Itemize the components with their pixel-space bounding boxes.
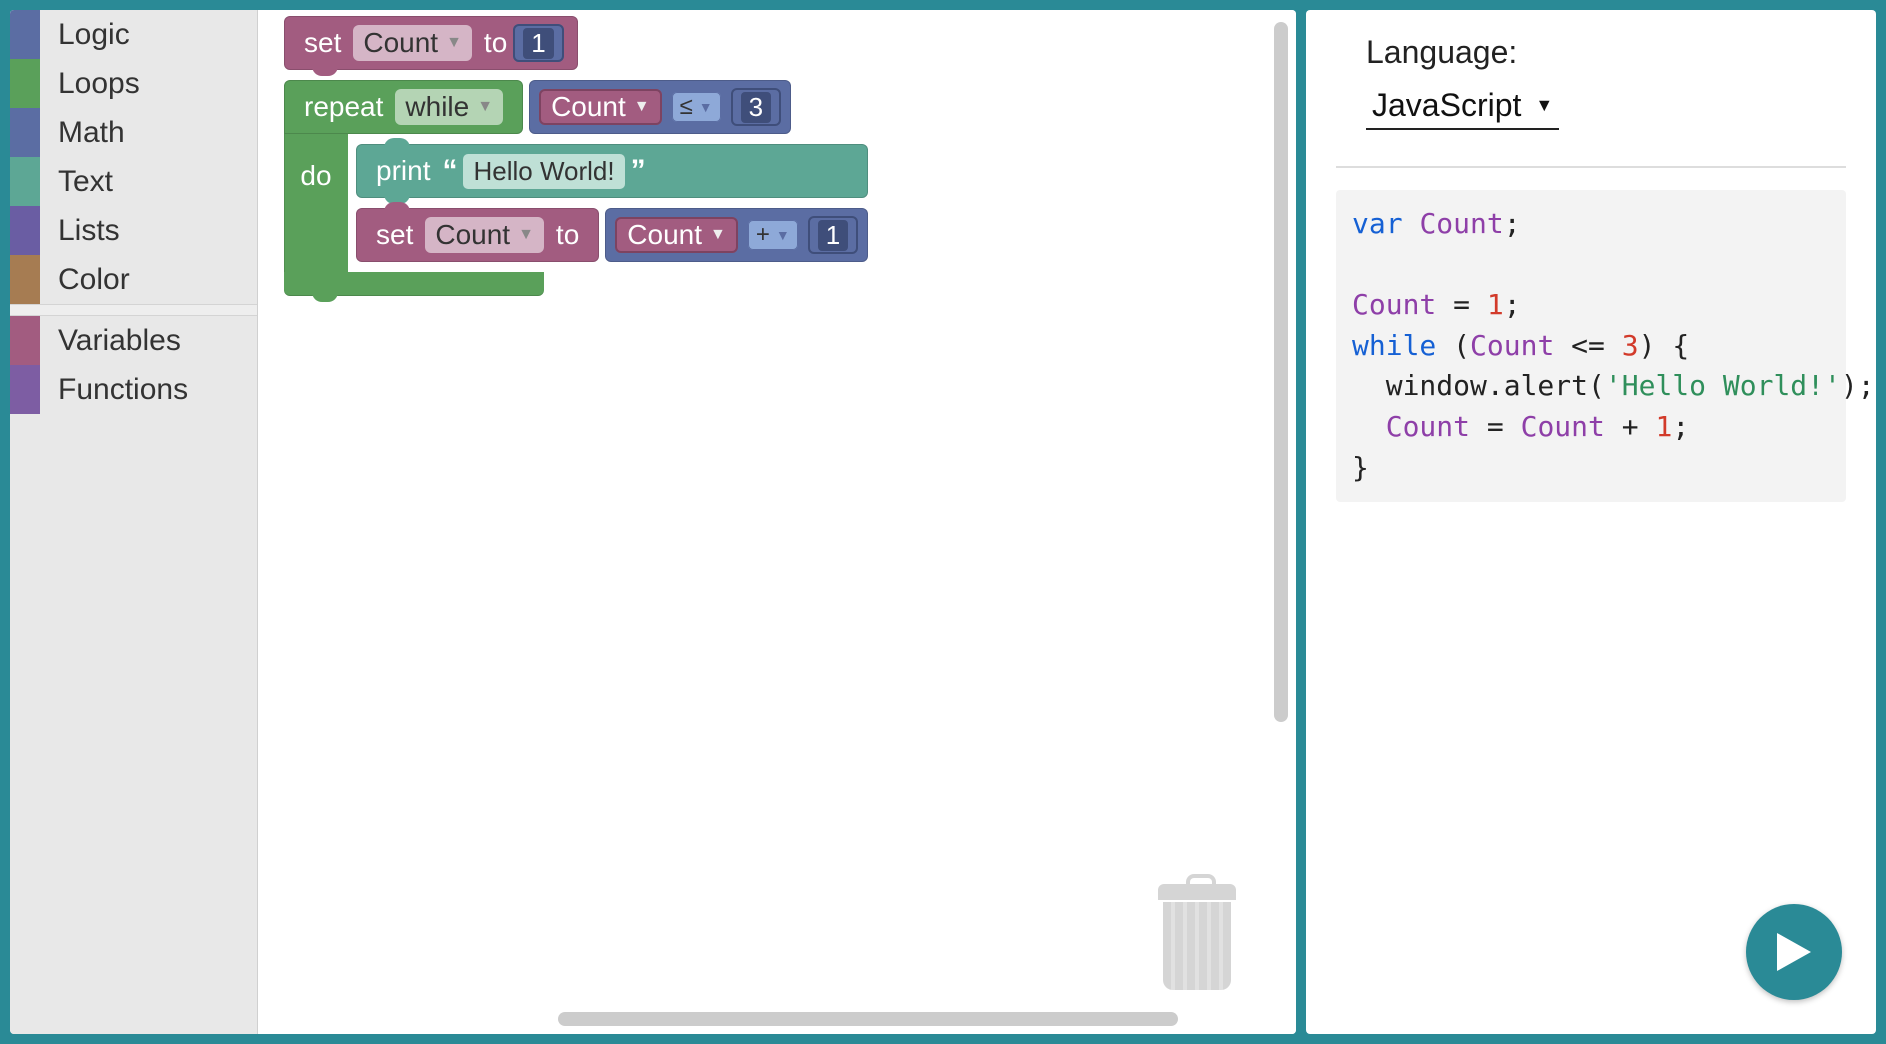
play-icon [1777, 933, 1811, 971]
block-keyword-to: to [484, 27, 507, 59]
math-expression[interactable]: Count▼ +▼ 1 [605, 208, 868, 262]
block-stack[interactable]: set Count ▼ to 1 repeat [284, 16, 868, 296]
string-input[interactable]: Hello World! [463, 154, 624, 189]
sidebar-item-label: Variables [40, 324, 181, 358]
chevron-down-icon: ▼ [699, 99, 713, 115]
sidebar-item-label: Lists [40, 214, 120, 248]
sidebar-item-text[interactable]: Text [10, 157, 257, 206]
block-repeat-while[interactable]: repeat while ▼ Count ▼ ≤▼ [284, 80, 868, 296]
repeat-mode-dropdown[interactable]: while ▼ [395, 89, 503, 125]
language-label: Language: [1336, 34, 1846, 71]
block-set-variable[interactable]: set Count ▼ to 1 [284, 16, 578, 70]
repeat-footer [284, 272, 544, 296]
sidebar-item-functions[interactable]: Functions [10, 365, 257, 414]
sidebar-item-logic[interactable]: Logic [10, 10, 257, 59]
horizontal-scrollbar[interactable] [558, 1012, 1178, 1026]
category-color-swatch [10, 157, 40, 206]
chevron-down-icon: ▼ [710, 226, 726, 244]
sidebar-item-label: Math [40, 116, 125, 150]
category-color-swatch [10, 59, 40, 108]
block-print[interactable]: print “ Hello World! ” [356, 144, 868, 198]
chevron-down-icon: ▼ [518, 226, 534, 244]
category-color-swatch [10, 10, 40, 59]
operator-dropdown[interactable]: ≤▼ [672, 92, 721, 122]
sidebar-item-math[interactable]: Math [10, 108, 257, 157]
sidebar-item-label: Logic [40, 18, 130, 52]
block-keyword-to: to [556, 219, 579, 251]
app-frame: Logic Loops Math Text Lists Color [0, 0, 1886, 1044]
repeat-arm: do [284, 134, 348, 272]
divider [1336, 166, 1846, 168]
chevron-down-icon: ▼ [477, 98, 493, 116]
variable-reference[interactable]: Count▼ [539, 89, 662, 125]
sidebar-item-variables[interactable]: Variables [10, 316, 257, 365]
category-color-swatch [10, 316, 40, 365]
category-color-swatch [10, 365, 40, 414]
sidebar-item-label: Text [40, 165, 113, 199]
sidebar-item-label: Loops [40, 67, 140, 101]
sidebar-separator [10, 304, 257, 316]
code-panel: Language: JavaScript ▼ var Count; Count … [1306, 10, 1876, 1034]
sidebar-item-label: Color [40, 263, 130, 297]
sidebar-item-color[interactable]: Color [10, 255, 257, 304]
variable-reference[interactable]: Count▼ [615, 217, 738, 253]
block-keyword-do: do [284, 134, 348, 192]
vertical-scrollbar[interactable] [1274, 22, 1288, 722]
number-input[interactable]: 3 [731, 88, 781, 126]
language-value: JavaScript [1372, 87, 1521, 124]
variable-dropdown[interactable]: Count ▼ [425, 217, 544, 253]
run-button[interactable] [1746, 904, 1842, 1000]
chevron-down-icon: ▼ [446, 34, 462, 52]
chevron-down-icon: ▼ [1535, 95, 1553, 116]
block-set-variable[interactable]: set Count ▼ to [356, 208, 599, 262]
sidebar-item-label: Functions [40, 373, 188, 407]
number-input[interactable]: 1 [808, 216, 858, 254]
operator-dropdown[interactable]: +▼ [748, 220, 798, 250]
variable-name: Count [435, 219, 510, 251]
block-keyword-repeat: repeat [304, 91, 383, 123]
sidebar-item-loops[interactable]: Loops [10, 59, 257, 108]
trash-icon[interactable] [1158, 884, 1236, 994]
number-input[interactable]: 1 [513, 24, 563, 62]
variable-dropdown[interactable]: Count ▼ [353, 25, 472, 61]
block-keyword-print: print [376, 155, 430, 187]
editor-panel: Logic Loops Math Text Lists Color [10, 10, 1296, 1034]
language-dropdown[interactable]: JavaScript ▼ [1366, 87, 1559, 130]
repeat-header[interactable]: repeat while ▼ [284, 80, 523, 134]
category-color-swatch [10, 206, 40, 255]
close-quote-icon: ” [631, 154, 646, 188]
block-keyword-set: set [304, 27, 341, 59]
category-sidebar: Logic Loops Math Text Lists Color [10, 10, 258, 1034]
category-color-swatch [10, 255, 40, 304]
chevron-down-icon: ▼ [776, 227, 790, 243]
category-color-swatch [10, 108, 40, 157]
repeat-mode: while [405, 91, 469, 123]
sidebar-item-lists[interactable]: Lists [10, 206, 257, 255]
chevron-down-icon: ▼ [634, 98, 650, 116]
variable-name: Count [363, 27, 438, 59]
block-keyword-set: set [376, 219, 413, 251]
block-workspace[interactable]: set Count ▼ to 1 repeat [258, 10, 1296, 1034]
open-quote-icon: “ [442, 154, 457, 188]
condition-expression[interactable]: Count▼ ≤▼ 3 [529, 80, 791, 134]
generated-code: var Count; Count = 1; while (Count <= 3)… [1336, 190, 1846, 502]
